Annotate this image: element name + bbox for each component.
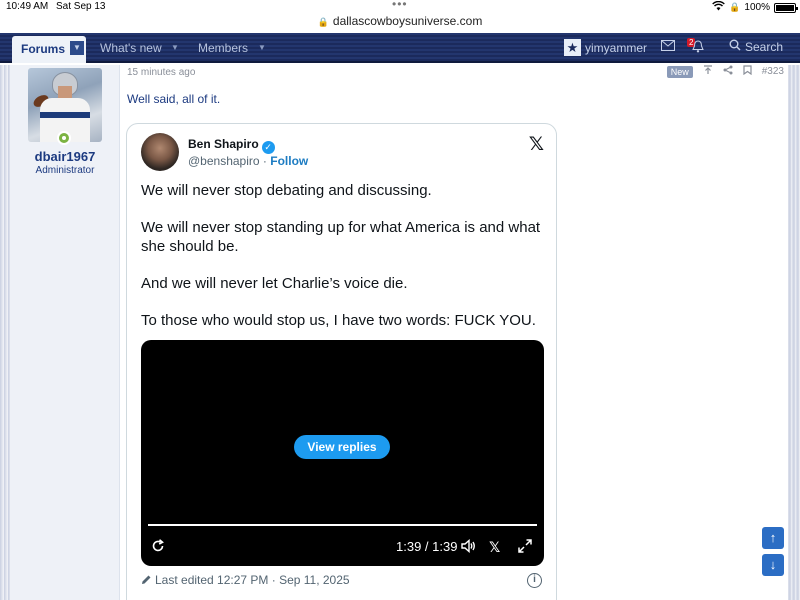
jersey-stripe [40,112,90,118]
bookmark-icon[interactable] [743,65,752,78]
share-icon[interactable] [723,65,733,78]
bell-icon[interactable] [692,40,704,53]
view-replies-button[interactable]: View replies [294,435,390,459]
status-date: Sat Sep 13 [56,1,106,12]
x-logo-icon[interactable]: 𝕏 [489,539,500,556]
status-time: 10:49 AM [6,1,49,12]
post-message: Well said, all of it. [127,92,221,106]
nav-tab-whats-new[interactable]: What's new [100,41,162,55]
scroll-bottom-button[interactable]: ↓ [762,554,784,576]
site-navbar: Forums ▼ What's new ▼ Members ▼ ★ yimyam… [0,33,800,63]
video-progress-fill [148,524,537,526]
tweet-paragraph: And we will never let Charlie’s voice di… [141,275,408,292]
search-link[interactable]: Search [729,39,783,54]
lock-rotation-icon: 🔒 [729,2,741,12]
multitask-dots-icon[interactable]: ••• [392,0,408,11]
pencil-icon [141,574,152,588]
new-badge: New [666,65,693,78]
tweet-author-name-text: Ben Shapiro [188,137,259,151]
post-author-title: Administrator [35,165,95,176]
tweet-footer: Last edited 12:27 PM · Sep 11, 2025 [141,573,541,588]
follow-link[interactable]: Follow [270,154,308,168]
post-user-cell: dbair1967 Administrator [10,65,120,600]
background-pattern [788,65,800,600]
status-bar: 10:49 AM Sat Sep 13 ••• 🔒 100% [0,0,800,14]
tweet-author-avatar[interactable] [141,133,179,171]
status-right: 🔒 100% [712,0,798,14]
battery-percent: 100% [744,2,770,13]
nav-tab-forums[interactable]: Forums ▼ [12,36,86,63]
url-text: dallascowboysuniverse.com [332,14,483,28]
tweet-text: We will never stop debating and discussi… [141,181,546,348]
account-link[interactable]: ★ yimyammer [564,39,647,56]
lock-icon: 🔒 [317,17,329,27]
tweet-handle-line: @benshapiro · Follow [188,154,309,168]
post-timestamp[interactable]: 15 minutes ago [127,67,195,78]
tweet-edited-text[interactable]: Last edited 12:27 PM · Sep 11, 2025 [155,573,350,587]
post-author-username[interactable]: dbair1967 [10,149,120,164]
nav-forums-label: Forums [21,42,66,56]
x-logo-icon[interactable]: 𝕏 [529,133,544,156]
tweet-paragraph: To those who would stop us, I have two w… [141,312,536,329]
verified-check-icon: ✓ [261,141,275,154]
video-progress-bar[interactable] [148,524,537,526]
chevron-down-icon[interactable]: ▼ [258,43,266,52]
online-status-icon [57,131,71,145]
post-actions: New #323 [666,65,784,78]
info-icon[interactable]: i [527,573,542,588]
tweet-embed[interactable]: Ben Shapiro ✓ @benshapiro · Follow 𝕏 We w… [126,123,557,600]
search-label: Search [745,39,784,54]
tweet-paragraph: We will never stop debating and discussi… [141,182,432,199]
search-icon [729,39,741,54]
star-avatar-icon: ★ [564,39,581,56]
post-content-cell: 15 minutes ago New #323 Well said, all o… [120,65,788,600]
face-shape [58,86,72,98]
tweet-author-name[interactable]: Ben Shapiro ✓ [188,137,275,154]
tweet-paragraph: We will never stop standing up for what … [141,219,541,255]
tweet-handle[interactable]: @benshapiro [188,154,260,168]
jump-up-icon[interactable] [703,65,713,78]
volume-icon[interactable] [461,538,476,556]
chevron-down-icon[interactable]: ▼ [70,41,84,55]
wifi-icon [712,0,726,14]
tweet-video[interactable]: View replies 1:39 / 1:39 𝕏 [141,340,544,566]
replay-icon[interactable] [151,539,165,556]
page-body: dbair1967 Administrator 15 minutes ago N… [0,65,800,600]
video-time: 1:39 / 1:39 [396,539,458,554]
fullscreen-icon[interactable] [518,539,532,556]
scroll-top-button[interactable]: ↑ [762,527,784,549]
inbox-icon[interactable] [661,40,675,51]
battery-icon [774,2,798,13]
nav-tab-members[interactable]: Members [198,41,248,55]
chevron-down-icon[interactable]: ▼ [171,43,179,52]
address-bar[interactable]: 🔒 dallascowboysuniverse.com [0,14,800,33]
post-number[interactable]: #323 [762,66,784,77]
background-pattern [0,65,10,600]
account-username: yimyammer [585,40,647,55]
